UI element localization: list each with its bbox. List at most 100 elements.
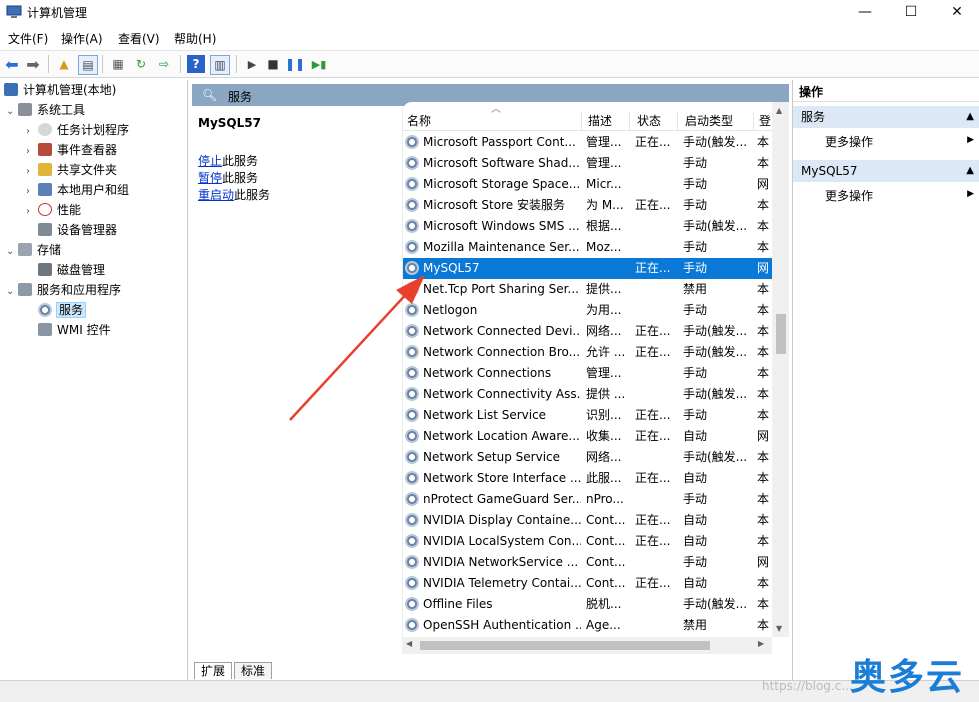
service-row[interactable]: Network Connected Devi... 网络... 正在... 手动(触发… [403,321,781,342]
service-row[interactable]: NVIDIA Display Containe... Cont... 正在... 自动… [403,510,781,531]
tree-device-manager[interactable]: 设备管理器 [38,220,117,240]
tree-services[interactable]: 服务 [38,300,87,320]
more-actions-services[interactable]: 更多操作 [825,133,873,150]
actions-title: 操作 [793,82,979,102]
service-row[interactable]: Network Setup Service 网络... 手动(触发... 本 [403,447,781,468]
actions-section-services[interactable]: 服务 ▲ [793,106,979,128]
tree-disk-management[interactable]: 磁盘管理 [38,260,105,280]
show-hide-tree-icon[interactable]: ▤ [78,55,98,75]
back-icon[interactable]: ⬅ [3,55,21,74]
service-status: 正在... [635,324,671,338]
tree-performance[interactable]: › 性能 [26,200,81,220]
tree-task-scheduler[interactable]: › 任务计划程序 [26,120,129,140]
service-row[interactable]: NVIDIA LocalSystem Con... Cont... 正在... 自动本 [403,531,781,552]
chevron-down-icon[interactable]: ⌄ [6,282,18,302]
collapse-icon[interactable]: ▲ [966,106,974,128]
pause-service-icon[interactable]: ❚❚ [285,55,305,73]
service-row[interactable]: OpenSSH Authentication ... Age... 禁用本 [403,615,781,636]
service-row[interactable]: Network List Service 识别... 正在... 手动本 [403,405,781,426]
service-row[interactable]: Microsoft Windows SMS ... 根据... 手动(触发... 本 [403,216,781,237]
menu-help[interactable]: 帮助(H) [174,30,216,47]
chevron-down-icon[interactable]: ⌄ [6,242,18,262]
service-row[interactable]: Network Store Interface ... 此服... 正在... 自动本 [403,468,781,489]
scroll-right-icon[interactable]: ▶ [758,639,764,648]
menu-action[interactable]: 操作(A) [61,30,103,47]
action-pane-icon[interactable]: ▥ [210,55,230,75]
actions-section-mysql[interactable]: MySQL57 ▲ [793,160,979,182]
service-row[interactable]: Microsoft Passport Cont... 管理... 正在... 手动(触… [403,132,781,153]
service-name: Network List Service [405,405,581,426]
tab-extended[interactable]: 扩展 [194,662,233,679]
stop-service-link[interactable]: 停止 [198,154,222,168]
service-row[interactable]: Microsoft Storage Space... Micr... 手动网 [403,174,781,195]
gear-icon [405,303,419,317]
service-row[interactable]: Offline Files 脱机... 手动(触发... 本 [403,594,781,615]
help-icon[interactable]: ? [187,55,205,73]
gear-icon [405,492,419,506]
scroll-down-icon[interactable]: ▼ [776,624,782,633]
maximize-button[interactable]: ☐ [888,0,934,26]
services-pane: 🔍︎ 服务 MySQL57 停止此服务 暂停此服务 重启动此服务 ︿ 名称 描述… [192,80,789,680]
column-startup-type[interactable]: 启动类型 [681,112,754,130]
service-row[interactable]: Microsoft Store 安装服务为 M... 正在... 手动本 [403,195,781,216]
service-row[interactable]: nProtect GameGuard Ser... nPro... 手动本 [403,489,781,510]
chevron-right-icon[interactable]: › [26,162,38,182]
scroll-up-icon[interactable]: ▲ [776,106,782,115]
service-row[interactable]: Mozilla Maintenance Ser... Moz... 手动本 [403,237,781,258]
tree-services-apps[interactable]: ⌄ 服务和应用程序 [6,280,121,300]
restart-service-icon[interactable]: ▶▮ [310,55,328,73]
service-row[interactable]: Netlogon 为用... 手动本 [403,300,781,321]
column-description[interactable]: 描述 [584,112,630,130]
service-row[interactable]: NVIDIA Telemetry Contai... Cont... 正在... 自动… [403,573,781,594]
watermark-logo: 奥多云 [850,657,965,698]
menu-file[interactable]: 文件(F) [8,30,48,47]
more-actions-mysql[interactable]: 更多操作 [825,187,873,204]
menu-view[interactable]: 查看(V) [118,30,160,47]
forward-icon[interactable]: ➡ [24,55,42,74]
column-status[interactable]: 状态 [633,112,678,130]
scroll-left-icon[interactable]: ◀ [406,639,412,648]
shared-folder-icon [38,163,52,176]
service-row[interactable]: Network Location Aware... 收集... 正在... 自动网 [403,426,781,447]
tree-storage[interactable]: ⌄ 存储 [6,240,61,260]
computer-icon [4,83,18,96]
close-button[interactable]: ✕ [934,0,979,26]
pause-service-link[interactable]: 暂停 [198,171,222,185]
tree-local-users[interactable]: › 本地用户和组 [26,180,129,200]
vertical-scrollbar[interactable]: ▲ ▼ [772,102,789,637]
minimize-button[interactable]: — [842,0,888,26]
chevron-right-icon[interactable]: › [26,122,38,142]
stop-service-icon[interactable]: ■ [264,55,282,73]
gear-icon [405,408,419,422]
tree-root[interactable]: 计算机管理(本地) [4,80,116,100]
column-name[interactable]: 名称 [403,112,582,130]
chevron-right-icon[interactable]: › [26,142,38,162]
service-row[interactable]: Network Connections 管理... 手动本 [403,363,781,384]
service-row[interactable]: Network Connectivity Ass... 提供 ... 手动(触发..… [403,384,781,405]
vertical-scroll-thumb[interactable] [776,314,786,354]
service-row[interactable]: Network Connection Bro... 允许 ... 正在... 手动(触… [403,342,781,363]
properties-icon[interactable]: ▦ [109,55,127,73]
service-row[interactable]: Microsoft Software Shad... 管理... 手动本 [403,153,781,174]
chevron-down-icon[interactable]: ⌄ [6,102,18,122]
gear-icon [405,555,419,569]
horizontal-scrollbar[interactable]: ◀ ▶ [402,637,772,654]
export-icon[interactable]: ⇨ [155,55,173,73]
chevron-right-icon[interactable]: › [26,182,38,202]
console-tree: 计算机管理(本地) ⌄ 系统工具 › 任务计划程序 › 事件查看器 › 共享文件夹 › 本… [0,80,188,680]
horizontal-scroll-thumb[interactable] [420,641,710,650]
tree-event-viewer[interactable]: › 事件查看器 [26,140,117,160]
collapse-icon[interactable]: ▲ [966,160,974,182]
restart-service-link[interactable]: 重启动 [198,188,234,202]
chevron-right-icon[interactable]: › [26,202,38,222]
tree-shared-folders[interactable]: › 共享文件夹 [26,160,117,180]
tree-system-tools[interactable]: ⌄ 系统工具 [6,100,85,120]
tree-wmi-control[interactable]: WMI 控件 [38,320,111,340]
refresh-icon[interactable]: ↻ [132,55,150,73]
tab-standard[interactable]: 标准 [234,662,273,679]
service-row[interactable]: MySQL57 正在... 手动网 [403,258,781,279]
start-service-icon[interactable]: ▶ [243,55,261,73]
service-row[interactable]: NVIDIA NetworkService ... Cont... 手动网 [403,552,781,573]
service-row[interactable]: Net.Tcp Port Sharing Ser... 提供... 禁用本 [403,279,781,300]
up-folder-icon[interactable]: ▲ [55,55,73,73]
